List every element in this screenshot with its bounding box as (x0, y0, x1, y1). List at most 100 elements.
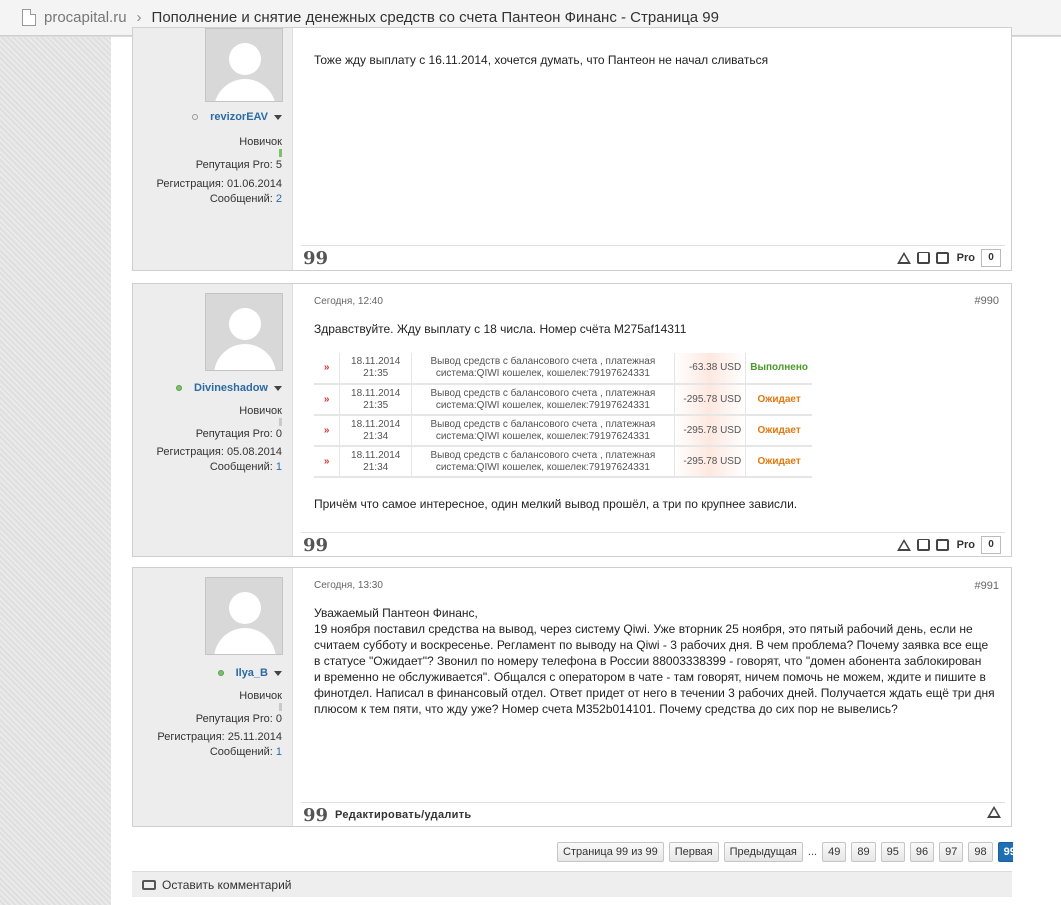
post-message-continued: Причём что самое интересное, один мелкий… (314, 497, 798, 511)
post-message: Здравствуйте. Жду выплату с 18 числа. Но… (314, 322, 687, 336)
page-link[interactable]: 49 (822, 842, 847, 862)
quote-icon[interactable]: 99 (303, 537, 328, 555)
page-link[interactable]: 95 (880, 842, 905, 862)
prev-page-button[interactable]: Предыдущая (723, 842, 803, 862)
avatar[interactable] (205, 293, 283, 371)
quote-icon[interactable]: 99 (303, 807, 328, 825)
username-link[interactable]: Ilya_B (236, 667, 268, 679)
user-registration: Регистрация: 25.11.2014 (157, 731, 282, 743)
thumbs-up-icon[interactable] (935, 252, 949, 264)
page-link[interactable]: 96 (909, 842, 935, 862)
post-number-link[interactable]: #991 (975, 580, 999, 592)
payment-arrow-icon: » (314, 384, 341, 416)
page-icon (22, 9, 36, 26)
post-footer: 99 Редактировать/удалить (301, 802, 1005, 826)
post-date: Сегодня, 12:40 (314, 296, 383, 307)
thumbs-down-icon[interactable] (916, 539, 930, 551)
user-menu-caret-icon[interactable] (274, 670, 282, 676)
payment-row: » 18.11.2014 21:34 Вывод средств с балансов… (314, 415, 812, 447)
post-footer: 99 Pro 0 (301, 532, 1005, 556)
offline-status-icon (192, 114, 199, 120)
user-info: Ilya_B Новичок Репутация Pro: 0 Регистра… (133, 568, 293, 826)
post-actions: Pro 0 (896, 249, 1001, 267)
username-row: Divineshadow (176, 382, 282, 394)
payment-date: 18.11.2014 21:34 (339, 446, 413, 478)
quote-icon[interactable]: 99 (303, 250, 328, 268)
avatar[interactable] (205, 577, 283, 655)
payment-history-image: » 18.11.2014 21:35 Вывод средств с балансов… (314, 353, 812, 478)
post-number-link[interactable]: #990 (975, 295, 999, 307)
right-margin (1013, 37, 1061, 905)
username-link[interactable]: revizorEAV (210, 111, 268, 123)
payment-description: Вывод средств с балансового счета , плат… (411, 446, 675, 478)
reputation-bar (279, 703, 282, 711)
user-rank: Новичок (239, 136, 282, 148)
user-rank: Новичок (239, 405, 282, 417)
report-icon[interactable] (896, 539, 911, 551)
page-link[interactable]: 98 (968, 842, 993, 862)
thumbs-up-icon[interactable] (935, 539, 949, 551)
leave-comment-bar[interactable]: Оставить комментарий (132, 871, 1012, 897)
username-row: Ilya_B (217, 667, 282, 679)
post-actions (987, 806, 1001, 818)
page-title: Пополнение и снятие денежных средств со … (151, 9, 719, 26)
messages-count-link[interactable]: 2 (276, 193, 282, 205)
user-menu-caret-icon[interactable] (274, 385, 282, 391)
payment-description: Вывод средств с балансового счета , плат… (411, 384, 675, 416)
pro-label: Pro (956, 539, 975, 551)
report-icon[interactable] (896, 252, 911, 264)
payment-status: Ожидает (745, 384, 812, 416)
user-reputation: Репутация Pro: 0 (195, 428, 282, 440)
user-messages: Сообщений: 1 (209, 746, 282, 758)
avatar[interactable] (205, 28, 283, 102)
payment-arrow-icon: » (314, 415, 341, 447)
page-link[interactable]: 97 (939, 842, 964, 862)
post: Ilya_B Новичок Репутация Pro: 0 Регистра… (132, 567, 1012, 827)
payment-status: Выполнено (745, 353, 812, 385)
username-link[interactable]: Divineshadow (194, 382, 268, 394)
payment-status: Ожидает (745, 415, 812, 447)
payment-amount: -295.78 USD (674, 415, 747, 447)
payment-description: Вывод средств с балансового счета , плат… (411, 353, 675, 385)
payment-date: 18.11.2014 21:34 (339, 415, 413, 447)
payment-status: Ожидает (745, 446, 812, 478)
post-message: Уважаемый Пантеон Финанс, 19 ноября пост… (314, 606, 995, 716)
payment-row: » 18.11.2014 21:35 Вывод средств с балансов… (314, 353, 812, 385)
post-date: Сегодня, 13:30 (314, 580, 383, 591)
payment-date: 18.11.2014 21:35 (339, 353, 413, 385)
online-status-icon (217, 670, 224, 676)
messages-count-link[interactable]: 1 (276, 746, 282, 758)
pro-count: 0 (981, 536, 1001, 554)
payment-row: » 18.11.2014 21:35 Вывод средств с балансов… (314, 384, 812, 416)
user-reputation: Репутация Pro: 0 (195, 713, 282, 725)
first-page-button[interactable]: Первая (668, 842, 719, 862)
thumbs-down-icon[interactable] (916, 252, 930, 264)
comment-icon (142, 879, 156, 890)
username-row: revizorEAV (192, 111, 282, 123)
report-icon[interactable] (987, 806, 1001, 818)
title-separator: › (136, 9, 142, 26)
page-info-dropdown[interactable]: Страница 99 из 99 (557, 842, 664, 862)
post-footer: 99 Pro 0 (301, 245, 1005, 269)
user-messages: Сообщений: 1 (209, 461, 282, 473)
pro-label: Pro (956, 252, 975, 264)
user-registration: Регистрация: 05.08.2014 (156, 446, 282, 458)
edit-delete-link[interactable]: Редактировать/удалить (335, 809, 471, 821)
pro-count: 0 (981, 249, 1001, 267)
page-link[interactable]: 89 (851, 842, 876, 862)
reputation-bar (279, 149, 282, 157)
main-content: revizorEAV Новичок Репутация Pro: 5 Реги… (111, 27, 1061, 905)
user-info: revizorEAV Новичок Репутация Pro: 5 Реги… (133, 28, 293, 270)
post: Divineshadow Новичок Репутация Pro: 0 Ре… (132, 283, 1012, 557)
leave-comment-label[interactable]: Оставить комментарий (162, 878, 292, 892)
user-registration: Регистрация: 01.06.2014 (156, 178, 282, 190)
pagination-ellipsis: ... (807, 846, 818, 858)
user-menu-caret-icon[interactable] (274, 114, 282, 120)
left-background (0, 37, 111, 905)
user-info: Divineshadow Новичок Репутация Pro: 0 Ре… (133, 284, 293, 556)
reputation-bar (279, 418, 282, 426)
payment-description: Вывод средств с балансового счета , плат… (411, 415, 675, 447)
user-reputation: Репутация Pro: 5 (195, 159, 282, 171)
user-messages: Сообщений: 2 (209, 193, 282, 205)
messages-count-link[interactable]: 1 (276, 461, 282, 473)
